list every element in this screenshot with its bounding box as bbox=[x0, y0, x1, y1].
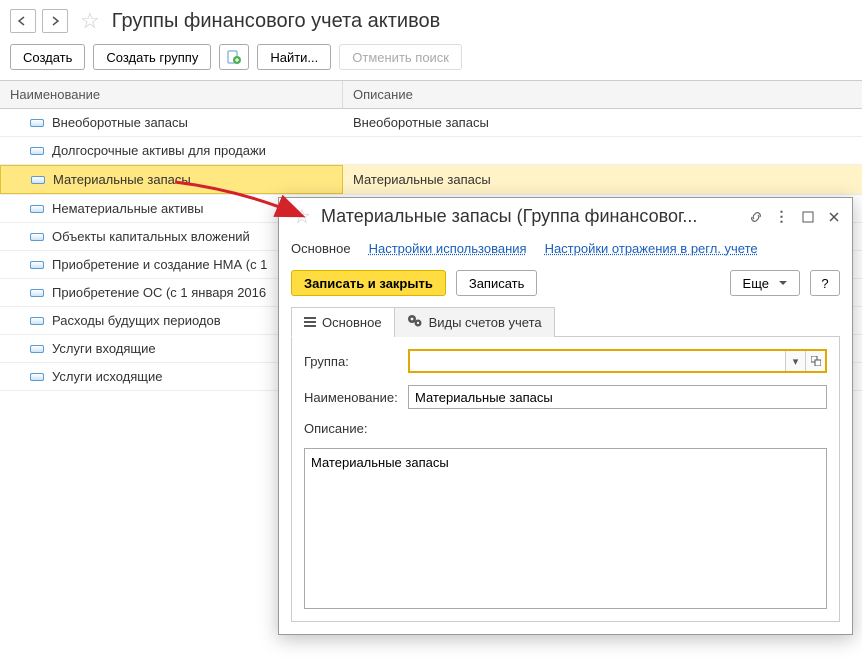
main-toolbar: Создать Создать группу Найти... Отменить… bbox=[0, 40, 862, 80]
page-title: Группы финансового учета активов bbox=[112, 10, 441, 33]
row-name-text: Приобретение ОС (с 1 января 2016 bbox=[52, 285, 266, 300]
nav-main[interactable]: Основное bbox=[291, 241, 351, 256]
row-name-text: Услуги входящие bbox=[52, 341, 156, 356]
item-icon bbox=[30, 147, 44, 155]
tab-main[interactable]: Основное bbox=[291, 307, 395, 337]
grid-header: Наименование Описание bbox=[0, 81, 862, 109]
row-name-text: Услуги исходящие bbox=[52, 369, 162, 384]
nav-back-button[interactable] bbox=[10, 9, 36, 33]
page-refresh-icon bbox=[227, 50, 241, 64]
cancel-search-button: Отменить поиск bbox=[339, 44, 462, 70]
item-icon bbox=[30, 261, 44, 269]
dialog-star-icon[interactable]: ☆ bbox=[293, 204, 311, 229]
edit-dialog: ☆ Материальные запасы (Группа финансовог… bbox=[278, 197, 853, 635]
item-icon bbox=[30, 119, 44, 127]
group-label: Группа: bbox=[304, 354, 400, 369]
col-header-desc[interactable]: Описание bbox=[343, 81, 862, 108]
col-header-name[interactable]: Наименование bbox=[0, 81, 343, 108]
row-name-text: Материальные запасы bbox=[53, 172, 191, 187]
nav-forward-button[interactable] bbox=[42, 9, 68, 33]
nav-regl-settings[interactable]: Настройки отражения в регл. учете bbox=[545, 241, 758, 256]
row-name-text: Внеоборотные запасы bbox=[52, 115, 188, 130]
dropdown-icon[interactable]: ▾ bbox=[785, 351, 805, 371]
name-row: Наименование: bbox=[304, 385, 827, 409]
nav-usage-settings[interactable]: Настройки использования bbox=[369, 241, 527, 256]
dialog-toolbar: Записать и закрыть Записать Еще ? bbox=[279, 266, 852, 306]
tab-accounts[interactable]: Виды счетов учета bbox=[394, 307, 555, 337]
item-icon bbox=[30, 233, 44, 241]
tab-accounts-label: Виды счетов учета bbox=[429, 315, 542, 330]
item-icon bbox=[30, 373, 44, 381]
row-name-text: Нематериальные активы bbox=[52, 201, 204, 216]
tabstrip: Основное Виды счетов учета bbox=[291, 306, 840, 337]
tab-main-label: Основное bbox=[322, 315, 382, 330]
favorite-star-icon[interactable]: ☆ bbox=[80, 8, 100, 34]
cell-name: Долгосрочные активы для продажи bbox=[0, 137, 343, 164]
group-input[interactable] bbox=[410, 351, 785, 371]
name-input-wrap bbox=[408, 385, 827, 409]
row-name-text: Расходы будущих периодов bbox=[52, 313, 221, 328]
row-name-text: Приобретение и создание НМА (с 1 bbox=[52, 257, 267, 272]
dialog-title: Материальные запасы (Группа финансовог..… bbox=[321, 206, 740, 227]
list-icon bbox=[304, 317, 316, 327]
save-button[interactable]: Записать bbox=[456, 270, 538, 296]
arrow-right-icon bbox=[49, 16, 61, 26]
cell-desc: Материальные запасы bbox=[343, 165, 862, 194]
table-row[interactable]: Долгосрочные активы для продажи bbox=[0, 137, 862, 165]
item-icon bbox=[30, 289, 44, 297]
refresh-button[interactable] bbox=[219, 44, 249, 70]
table-row[interactable]: Внеоборотные запасы Внеоборотные запасы bbox=[0, 109, 862, 137]
open-ref-icon[interactable] bbox=[805, 351, 825, 371]
desc-textarea[interactable] bbox=[304, 448, 827, 609]
desc-label: Описание: bbox=[304, 421, 400, 436]
arrow-left-icon bbox=[17, 16, 29, 26]
more-menu-icon[interactable]: ⋮ bbox=[772, 207, 792, 227]
create-button[interactable]: Создать bbox=[10, 44, 85, 70]
link-icon[interactable] bbox=[746, 207, 766, 227]
group-input-wrap: ▾ bbox=[408, 349, 827, 373]
gears-icon bbox=[407, 314, 423, 331]
cell-name: Материальные запасы bbox=[0, 165, 343, 194]
item-icon bbox=[30, 205, 44, 213]
row-name-text: Объекты капитальных вложений bbox=[52, 229, 250, 244]
desc-label-row: Описание: bbox=[304, 421, 827, 436]
group-row: Группа: ▾ bbox=[304, 349, 827, 373]
form-area: Группа: ▾ Наименование: Описание: bbox=[291, 337, 840, 622]
maximize-icon[interactable] bbox=[798, 207, 818, 227]
dialog-nav: Основное Настройки использования Настрой… bbox=[279, 235, 852, 266]
item-icon bbox=[31, 176, 45, 184]
cell-desc: Внеоборотные запасы bbox=[343, 109, 862, 136]
item-icon bbox=[30, 345, 44, 353]
page-header: ☆ Группы финансового учета активов bbox=[0, 0, 862, 40]
save-close-button[interactable]: Записать и закрыть bbox=[291, 270, 446, 296]
dialog-titlebar: ☆ Материальные запасы (Группа финансовог… bbox=[279, 198, 852, 235]
close-icon[interactable] bbox=[824, 207, 844, 227]
name-input[interactable] bbox=[409, 386, 826, 408]
find-button[interactable]: Найти... bbox=[257, 44, 331, 70]
cell-name: Внеоборотные запасы bbox=[0, 109, 343, 136]
more-button[interactable]: Еще bbox=[730, 270, 800, 296]
name-label: Наименование: bbox=[304, 390, 400, 405]
create-group-button[interactable]: Создать группу bbox=[93, 44, 211, 70]
help-button[interactable]: ? bbox=[810, 270, 840, 296]
item-icon bbox=[30, 317, 44, 325]
row-name-text: Долгосрочные активы для продажи bbox=[52, 143, 266, 158]
cell-desc bbox=[343, 137, 862, 164]
table-row[interactable]: Материальные запасы Материальные запасы bbox=[0, 165, 862, 195]
